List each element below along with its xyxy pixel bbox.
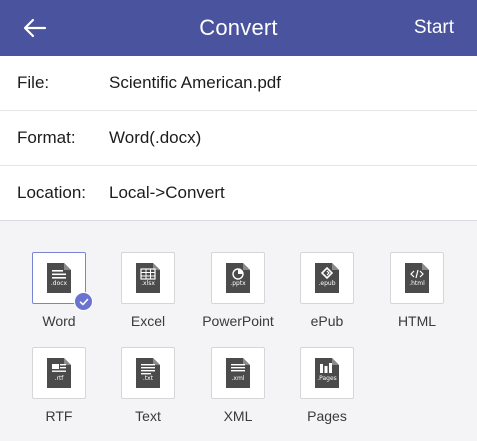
format-extension: .epub — [318, 280, 336, 287]
excel-doc-icon: .xlsx — [136, 263, 160, 293]
format-label: Word — [42, 313, 76, 329]
format-icon-box: .epub — [300, 252, 354, 304]
location-label: Location: — [17, 183, 86, 202]
format-option-text[interactable]: .txt Text — [103, 347, 193, 424]
format-label: Text — [135, 408, 161, 424]
format-row[interactable]: Format: Word(.docx) — [0, 111, 477, 166]
location-value: Local->Convert — [109, 183, 225, 202]
format-extension: .docx — [50, 280, 68, 287]
format-label: Excel — [130, 313, 166, 329]
format-option-xml[interactable]: .xml XML — [193, 347, 283, 424]
format-label: Pages — [307, 408, 347, 424]
format-option-pages[interactable]: .Pages Pages — [282, 347, 372, 424]
format-label: PowerPoint — [202, 313, 274, 329]
arrow-left-icon — [23, 18, 47, 38]
back-button[interactable] — [20, 14, 50, 42]
format-value: Word(.docx) — [109, 128, 202, 147]
file-label: File: — [17, 73, 50, 92]
page-title: Convert — [199, 15, 278, 40]
format-extension: .Pages — [317, 375, 337, 382]
format-label: XML — [223, 408, 253, 424]
text-doc-icon: .txt — [136, 358, 160, 388]
format-icon-box: .txt — [121, 347, 175, 399]
location-row[interactable]: Location: Local->Convert — [0, 166, 477, 221]
pages-doc-icon: .Pages — [315, 358, 339, 388]
format-extension: .xml — [231, 375, 245, 382]
format-option-html[interactable]: .html HTML — [372, 252, 462, 329]
format-label: Format: — [17, 128, 76, 147]
format-icon-box: .rtf — [32, 347, 86, 399]
format-icon-box: .Pages — [300, 347, 354, 399]
format-icon-box: .html — [390, 252, 444, 304]
format-option-excel[interactable]: .xlsx Excel — [103, 252, 193, 329]
format-option-epub[interactable]: .epub ePub — [282, 252, 372, 329]
format-extension: .pptx — [230, 280, 246, 287]
format-icon-box: .pptx — [211, 252, 265, 304]
powerpoint-doc-icon: .pptx — [226, 263, 250, 293]
format-option-powerpoint[interactable]: .pptx PowerPoint — [193, 252, 283, 329]
format-label: HTML — [397, 313, 437, 329]
format-extension: .txt — [142, 375, 154, 382]
conversion-info: File: Scientific American.pdf Format: Wo… — [0, 56, 477, 221]
format-icon-box: .xlsx — [121, 252, 175, 304]
checkmark-icon — [74, 292, 93, 311]
format-icon-box: .xml — [211, 347, 265, 399]
word-doc-icon: .docx — [47, 263, 71, 293]
header-bar: Convert Start — [0, 0, 477, 56]
format-label: RTF — [45, 408, 73, 424]
format-extension: .rtf — [54, 375, 64, 382]
format-option-word[interactable]: .docx Word — [14, 252, 104, 329]
rtf-doc-icon: .rtf — [47, 358, 71, 388]
epub-doc-icon: .epub — [315, 263, 339, 293]
format-label: ePub — [310, 313, 344, 329]
format-option-rtf[interactable]: .rtf RTF — [14, 347, 104, 424]
start-button[interactable]: Start — [414, 0, 454, 56]
format-icon-box: .docx — [32, 252, 93, 311]
html-doc-icon: .html — [405, 263, 429, 293]
file-row: File: Scientific American.pdf — [0, 56, 477, 111]
file-value: Scientific American.pdf — [109, 73, 281, 92]
xml-doc-icon: .xml — [226, 358, 250, 388]
format-grid: .docx Word .xlsx Excel .pptx PowerPoint .epub e… — [0, 222, 477, 441]
format-extension: .xlsx — [141, 280, 155, 287]
format-extension: .html — [409, 280, 425, 287]
